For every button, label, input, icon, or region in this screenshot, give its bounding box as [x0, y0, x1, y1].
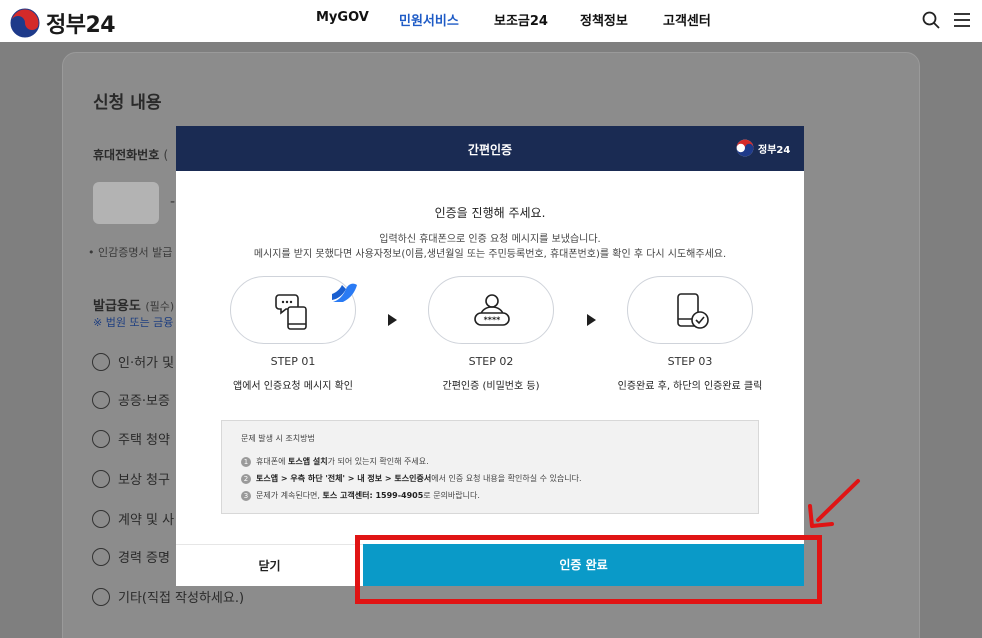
option-label: 기타(직접 작성하세요.): [118, 591, 245, 606]
highlight-annotation: [355, 535, 822, 604]
purpose-option[interactable]: 인·허가 및: [92, 352, 174, 371]
step-arrow-icon: [587, 314, 596, 326]
nav-policy-info[interactable]: 정책정보: [580, 10, 628, 29]
option-label: 경력 증명: [118, 551, 170, 566]
phone-label-text: 휴대전화번호: [93, 148, 160, 162]
purpose-required: (필수): [145, 300, 175, 313]
purpose-option[interactable]: 주택 청약: [92, 429, 170, 448]
step-2-label: STEP 02: [468, 355, 514, 368]
auth-description-1: 입력하신 휴대폰으로 인증 요청 메시지를 보냈습니다.: [379, 234, 601, 245]
step-1-description: 앱에서 인증요청 메시지 확인: [233, 381, 353, 392]
phone-dash: -: [170, 194, 176, 210]
troubleshoot-post: 에서 인증 요청 내용을 확인하실 수 있습니다.: [431, 474, 582, 483]
step-2-description: 간편인증 (비밀번호 등): [442, 381, 540, 392]
nav-mygov[interactable]: MyGOV: [316, 10, 369, 25]
radio-button[interactable]: [92, 509, 110, 528]
radio-button[interactable]: [92, 547, 110, 566]
search-icon[interactable]: [921, 10, 941, 30]
troubleshoot-bold: 토스앱 > 우측 하단 '전체' > 내 정보 > 토스인증서: [256, 474, 432, 483]
option-label: 주택 청약: [118, 433, 170, 448]
red-arrow-icon: [808, 479, 860, 528]
auth-heading: 인증을 진행해 주세요.: [434, 206, 546, 220]
modal-header: 간편인증 정부24: [176, 126, 804, 171]
phone-message-icon: [275, 294, 307, 330]
cert-note: • 인감증명서 발급: [88, 246, 173, 259]
purpose-label-text: 발급용도: [93, 299, 141, 314]
purpose-note: ※ 법원 또는 금융: [93, 316, 174, 329]
main-nav: MyGOV 민원서비스 보조금24 정책정보 고객센터: [0, 10, 982, 32]
toss-logo-icon: [332, 283, 357, 302]
radio-button[interactable]: [92, 429, 110, 448]
step-3-description: 인증완료 후, 하단의 인증완료 클릭: [617, 381, 763, 392]
troubleshoot-bold: 토스 고객센터: 1599-4905: [322, 491, 424, 500]
troubleshoot-post: 로 문의바랍니다.: [423, 491, 480, 500]
step-1-label: STEP 01: [270, 355, 316, 368]
password-user-icon: ****: [474, 294, 510, 326]
hamburger-menu-icon[interactable]: [952, 11, 972, 29]
troubleshoot-item: 2 토스앱 > 우측 하단 '전체' > 내 정보 > 토스인증서에서 인증 요…: [241, 473, 581, 484]
purpose-option[interactable]: 공증·보증: [92, 390, 170, 409]
troubleshoot-post: 가 되어 있는지 확인해 주세요.: [327, 457, 429, 466]
troubleshoot-bold: 토스앱 설치: [287, 457, 328, 466]
option-label: 공증·보증: [118, 394, 170, 409]
purpose-option[interactable]: 경력 증명: [92, 547, 170, 566]
troubleshoot-item: 1 휴대폰에 토스앱 설치가 되어 있는지 확인해 주세요.: [241, 456, 429, 467]
phone-check-icon: [677, 293, 709, 329]
step-2-card: ****: [428, 276, 554, 344]
phone-label-sub: (: [163, 148, 169, 162]
svg-text:****: ****: [484, 316, 502, 325]
troubleshoot-text: 문제가 계속된다면, 토스 고객센터: 1599-4905로 문의바랍니다.: [256, 490, 480, 501]
troubleshoot-item: 3 문제가 계속된다면, 토스 고객센터: 1599-4905로 문의바랍니다.: [241, 490, 480, 501]
phone-label: 휴대전화번호 (: [93, 146, 168, 163]
step-number-badge: 1: [241, 456, 251, 467]
nav-customer-center[interactable]: 고객센터: [663, 10, 711, 29]
modal-title: 간편인증: [467, 143, 513, 157]
troubleshoot-pre: 문제가 계속된다면,: [256, 491, 323, 500]
nav-subsidy24[interactable]: 보조금24: [494, 10, 548, 29]
troubleshoot-title: 문제 발생 시 조치방법: [241, 434, 315, 443]
option-label: 보상 청구: [118, 473, 170, 488]
option-label: 계약 및 사: [118, 513, 175, 528]
radio-button[interactable]: [92, 352, 110, 371]
purpose-option[interactable]: 계약 및 사: [92, 509, 174, 528]
top-navigation-bar: 정부24 MyGOV 민원서비스 보조금24 정책정보 고객센터: [0, 0, 982, 42]
step-number-badge: 2: [241, 473, 251, 484]
troubleshoot-pre: 휴대폰에: [256, 457, 288, 466]
purpose-option[interactable]: 기타(직접 작성하세요.): [92, 587, 244, 606]
troubleshoot-text: 휴대폰에 토스앱 설치가 되어 있는지 확인해 주세요.: [256, 456, 429, 467]
purpose-label: 발급용도 (필수): [93, 295, 174, 314]
step-3-label: STEP 03: [667, 355, 713, 368]
troubleshoot-text: 토스앱 > 우측 하단 '전체' > 내 정보 > 토스인증서에서 인증 요청 …: [256, 473, 581, 484]
step-arrow-icon: [388, 314, 397, 326]
section-title: 신청 내용: [93, 93, 162, 113]
simple-auth-modal: 간편인증 정부24 인증을 진행해 주세요. 입력하신 휴대폰으로 인증 요청 …: [176, 126, 804, 586]
option-label: 인·허가 및: [118, 356, 175, 371]
step-number-badge: 3: [241, 490, 251, 501]
troubleshoot-box: 문제 발생 시 조치방법 1 휴대폰에 토스앱 설치가 되어 있는지 확인해 주…: [221, 420, 759, 514]
nav-civil-service[interactable]: 민원서비스: [399, 10, 459, 29]
modal-logo: 정부24: [736, 139, 790, 157]
close-button[interactable]: 닫기: [176, 544, 363, 586]
phone-prefix-select[interactable]: [93, 182, 159, 224]
radio-button[interactable]: [92, 587, 110, 606]
taegeuk-logo-icon: [736, 139, 754, 157]
purpose-option[interactable]: 보상 청구: [92, 469, 170, 488]
step-3-card: [627, 276, 753, 344]
modal-logo-text: 정부24: [758, 144, 791, 156]
radio-button[interactable]: [92, 390, 110, 409]
radio-button[interactable]: [92, 469, 110, 488]
auth-description-2: 메시지를 받지 못했다면 사용자정보(이름,생년월일 또는 주민등록번호, 휴대…: [253, 249, 727, 260]
